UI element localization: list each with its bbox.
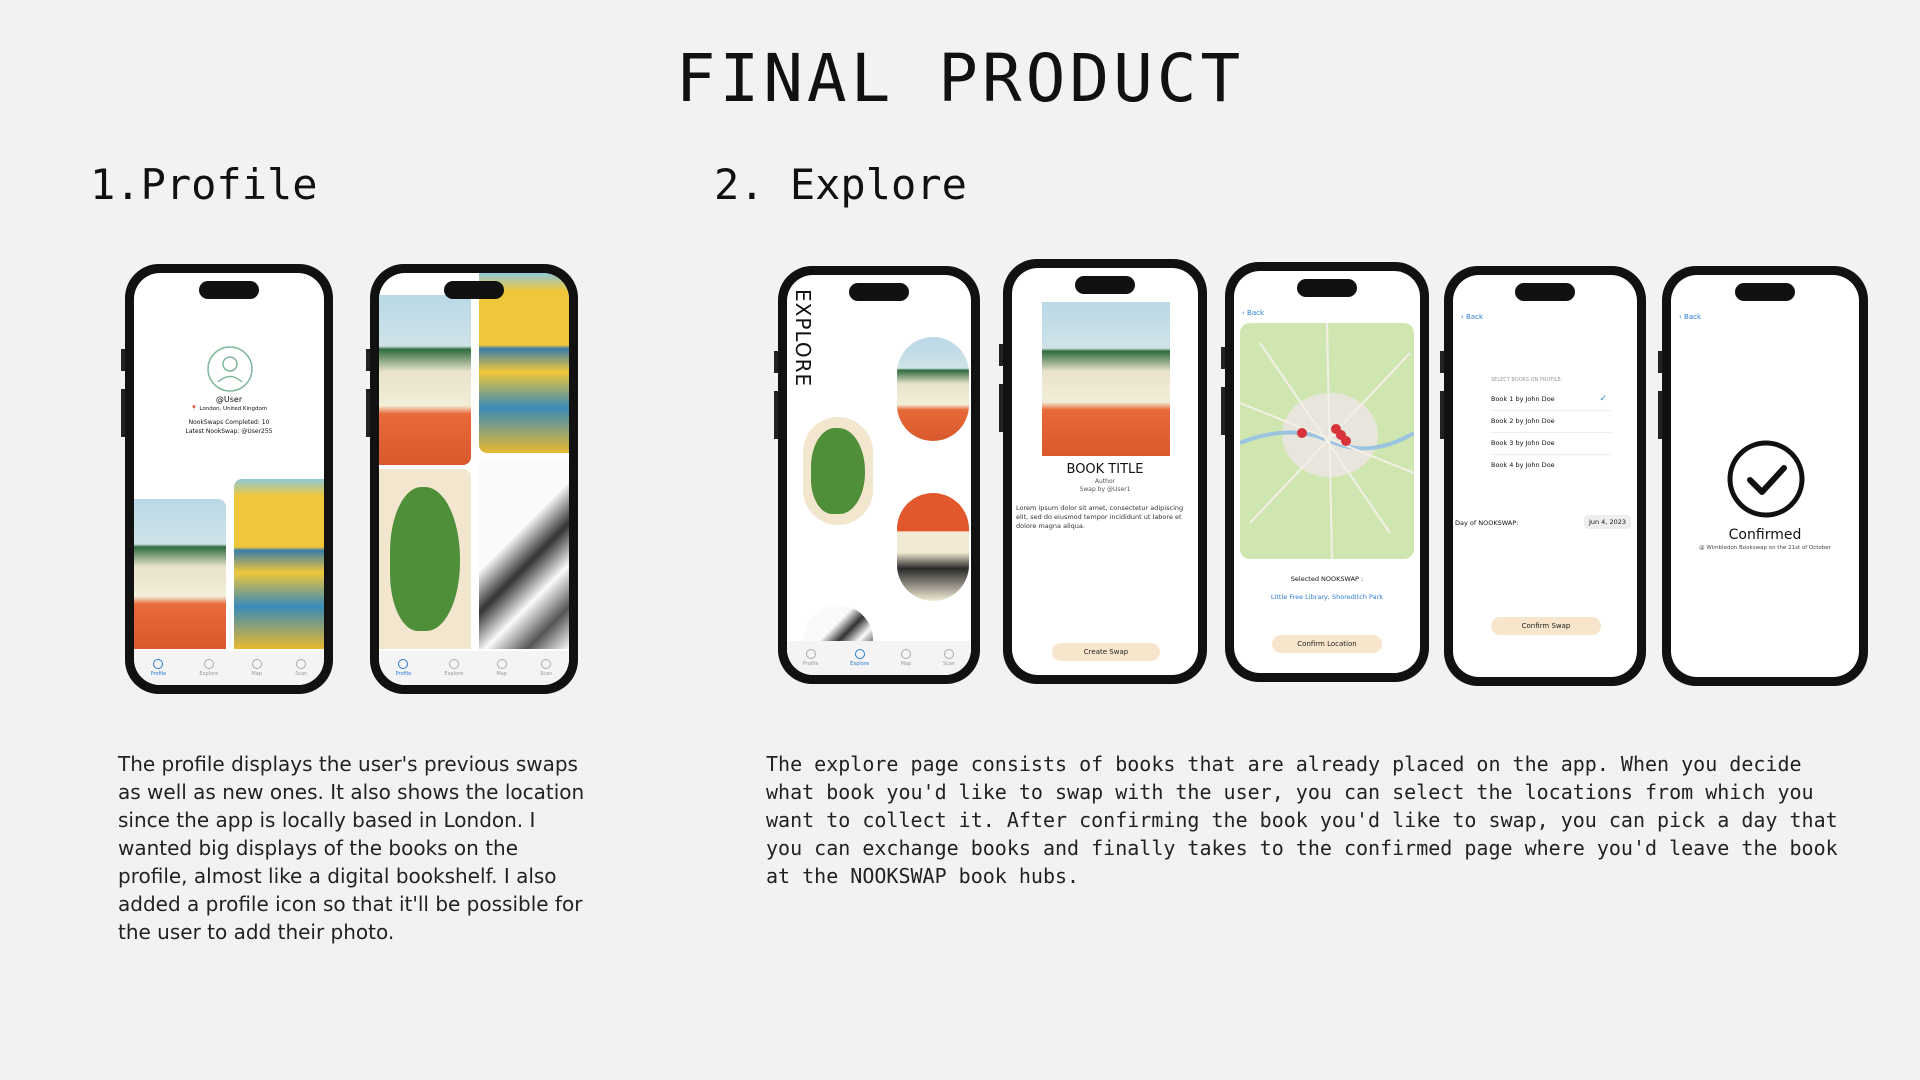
profile-location: 📍 London, United Kingdom: [190, 406, 268, 412]
selected-location-link[interactable]: Little Free Library, Shoreditch Park: [1234, 593, 1420, 601]
tab-map[interactable]: Map: [251, 659, 262, 677]
check-circle-icon: [1727, 440, 1805, 518]
back-link[interactable]: ‹ Back: [1461, 313, 1483, 321]
book-cover[interactable]: [803, 417, 873, 525]
phone-notch: [849, 283, 909, 301]
tab-profile[interactable]: Profile: [396, 659, 411, 677]
book-cover[interactable]: [897, 493, 969, 601]
profile-screen: @User 📍 London, United Kingdom NookSwaps…: [134, 273, 324, 685]
book-cover[interactable]: [379, 469, 471, 649]
profile-username: @User: [215, 395, 243, 404]
book-option[interactable]: Book 4 by John Doe: [1491, 455, 1611, 476]
explore-vertical-title: EXPLORE: [791, 289, 815, 388]
book-option[interactable]: Book 3 by John Doe: [1491, 433, 1611, 455]
book-cover-large: [1042, 302, 1170, 456]
confirmed-title: Confirmed: [1728, 527, 1802, 543]
page-title: FINAL PRODUCT: [675, 40, 1245, 117]
profile-avatar-icon[interactable]: [206, 345, 254, 393]
book-option[interactable]: Book 1 by John Doe ✓: [1491, 389, 1611, 411]
book-description: Lorem ipsum dolor sit amet, consectetur …: [1016, 504, 1184, 530]
tab-scan[interactable]: Scan: [943, 649, 955, 667]
phone-bookshelf: Profile Explore Map Scan: [366, 264, 578, 694]
phone-notch: [444, 281, 504, 299]
date-picker[interactable]: Jun 4, 2023: [1583, 515, 1631, 529]
phone-notch: [199, 281, 259, 299]
phone-confirmed: ‹ Back Confirmed @ Wimbledon Bookswap on…: [1658, 266, 1868, 686]
map-view[interactable]: [1240, 323, 1414, 559]
select-books-heading: SELECT BOOKS ON PROFILE:: [1491, 377, 1563, 383]
back-link[interactable]: ‹ Back: [1242, 309, 1264, 317]
profile-icon: [153, 659, 164, 669]
confirmed-screen: ‹ Back Confirmed @ Wimbledon Bookswap on…: [1671, 275, 1859, 677]
phone-explore: EXPLORE Profile Explore Map Scan: [774, 266, 980, 684]
map-icon: [496, 659, 507, 669]
tab-profile[interactable]: Profile: [151, 659, 166, 677]
checkmark-icon: ✓: [1599, 394, 1607, 404]
search-icon: [448, 659, 459, 669]
search-icon: [854, 649, 865, 659]
map-pin[interactable]: [1297, 428, 1307, 438]
profile-latest-swap: Latest NookSwap: @User255: [185, 428, 273, 435]
qr-icon: [944, 649, 955, 659]
profile-icon: [805, 649, 816, 659]
tab-explore[interactable]: Explore: [199, 659, 218, 677]
create-swap-button[interactable]: Create Swap: [1052, 643, 1160, 661]
map-screen: ‹ Back Selected NOOKSWAP : Little Free L…: [1234, 271, 1420, 673]
cover-art: [811, 427, 865, 515]
confirmed-detail: @ Wimbledon Bookswap on the 21st of Octo…: [1699, 545, 1831, 551]
confirm-swap-button[interactable]: Confirm Swap: [1491, 617, 1601, 635]
tab-profile[interactable]: Profile: [803, 649, 818, 667]
tab-map[interactable]: Map: [900, 649, 911, 667]
tab-bar: Profile Explore Map Scan: [787, 641, 971, 675]
back-link[interactable]: ‹ Back: [1679, 313, 1701, 321]
section-heading-profile: 1.Profile: [90, 160, 318, 209]
phone-map: ‹ Back Selected NOOKSWAP : Little Free L…: [1221, 262, 1429, 682]
book-cover[interactable]: [379, 295, 471, 465]
book-cover[interactable]: [897, 337, 969, 441]
day-label: Day of NOOKSWAP:: [1455, 519, 1519, 527]
tab-map[interactable]: Map: [496, 659, 507, 677]
profile-description: The profile displays the user's previous…: [118, 752, 585, 944]
book-cover[interactable]: [479, 273, 569, 453]
tab-explore[interactable]: Explore: [850, 649, 869, 667]
confirm-location-button[interactable]: Confirm Location: [1272, 635, 1382, 653]
tab-scan[interactable]: Scan: [295, 659, 307, 677]
phone-profile: @User 📍 London, United Kingdom NookSwaps…: [121, 264, 333, 694]
profile-icon: [398, 659, 409, 669]
book-option[interactable]: Book 2 by John Doe: [1491, 411, 1611, 433]
phone-select-books: ‹ Back SELECT BOOKS ON PROFILE: Book 1 b…: [1440, 266, 1646, 686]
map-icon: [251, 659, 262, 669]
cover-art: [390, 487, 460, 631]
selected-nookswap-label: Selected NOOKSWAP :: [1290, 575, 1364, 583]
book-cover[interactable]: [479, 459, 569, 649]
profile-swaps-completed: NookSwaps Completed: 10: [188, 419, 270, 426]
section-heading-explore: 2. Explore: [714, 160, 967, 209]
phone-book-detail: BOOK TITLE Author Swap by @User1 Lorem i…: [999, 259, 1207, 684]
map-pin[interactable]: [1341, 436, 1351, 446]
phone-notch: [1075, 276, 1135, 294]
book-cover[interactable]: [134, 499, 226, 649]
map-icon: [900, 649, 911, 659]
search-icon: [203, 659, 214, 669]
bookshelf-screen: Profile Explore Map Scan: [379, 273, 569, 685]
phone-notch: [1297, 279, 1357, 297]
tab-bar: Profile Explore Map Scan: [379, 651, 569, 685]
tab-explore[interactable]: Explore: [444, 659, 463, 677]
book-title: BOOK TITLE: [1066, 462, 1144, 477]
explore-description: The explore page consists of books that …: [766, 752, 1838, 888]
explore-screen: EXPLORE Profile Explore Map Scan: [787, 275, 971, 675]
tab-scan[interactable]: Scan: [540, 659, 552, 677]
book-cover[interactable]: [234, 479, 324, 649]
phone-notch: [1735, 283, 1795, 301]
qr-icon: [296, 659, 307, 669]
select-books-screen: ‹ Back SELECT BOOKS ON PROFILE: Book 1 b…: [1453, 275, 1637, 677]
book-list: Book 1 by John Doe ✓ Book 2 by John Doe B…: [1491, 389, 1611, 476]
book-detail-screen: BOOK TITLE Author Swap by @User1 Lorem i…: [1012, 268, 1198, 675]
tab-bar: Profile Explore Map Scan: [134, 651, 324, 685]
book-author: Author: [1094, 478, 1116, 485]
book-swap-by: Swap by @User1: [1079, 486, 1131, 493]
qr-icon: [541, 659, 552, 669]
phone-notch: [1515, 283, 1575, 301]
